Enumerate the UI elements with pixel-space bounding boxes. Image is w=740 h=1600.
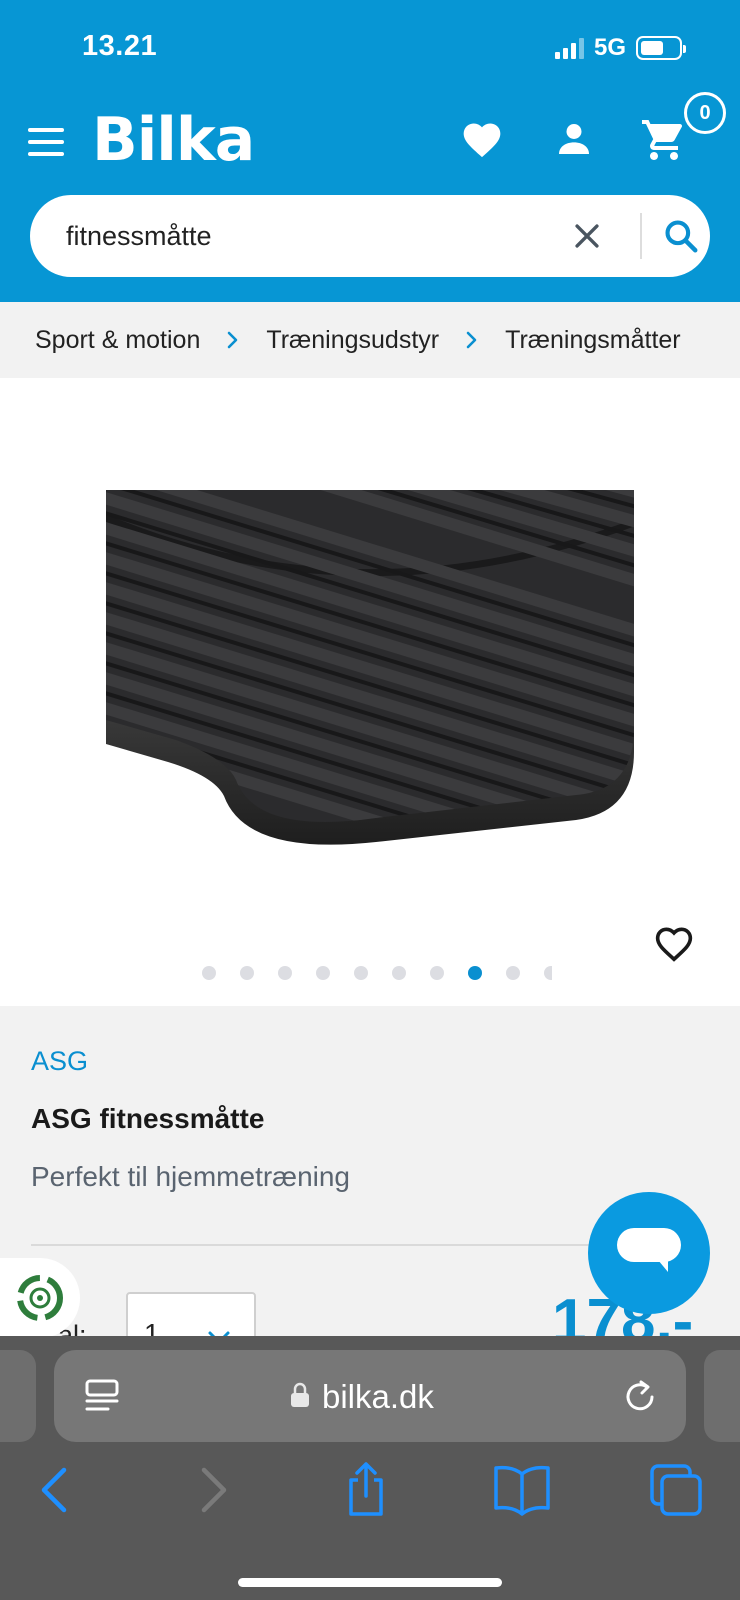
menu-button[interactable] (28, 128, 64, 156)
info-divider (31, 1244, 631, 1246)
breadcrumb-traeningsmaatter[interactable]: Træningsmåtter (505, 326, 681, 355)
back-arrow-icon[interactable] (28, 1462, 84, 1518)
search-icon[interactable] (662, 217, 700, 255)
battery-icon (636, 36, 686, 60)
search-bar (30, 195, 710, 277)
bookmarks-book-icon[interactable] (492, 1462, 552, 1518)
gallery-dot[interactable] (316, 966, 330, 980)
status-indicators: 5G (554, 34, 686, 62)
top-header: 13.21 5G Bilka 0 (0, 0, 740, 302)
gallery-dot-active[interactable] (468, 966, 482, 980)
favorites-heart-icon[interactable] (460, 118, 504, 162)
gallery-dot[interactable] (278, 966, 292, 980)
clear-search-icon[interactable] (570, 219, 604, 253)
cart-count-badge: 0 (684, 92, 726, 134)
gallery-pagination (202, 966, 552, 980)
search-divider (640, 213, 642, 259)
reload-icon[interactable] (620, 1376, 660, 1416)
product-subtitle: Perfekt til hjemmetræning (31, 1161, 351, 1192)
product-gallery[interactable] (0, 378, 740, 1006)
breadcrumb-traeningsudstyr[interactable]: Træningsudstyr (266, 326, 439, 355)
chevron-right-icon (466, 331, 477, 349)
home-indicator (238, 1578, 502, 1587)
product-image[interactable] (106, 490, 634, 846)
account-user-icon[interactable] (554, 118, 594, 160)
status-time: 13.21 (82, 30, 158, 62)
product-name: ASG fitnessmåtte (31, 1103, 265, 1134)
share-icon[interactable] (338, 1462, 394, 1518)
network-type: 5G (593, 34, 626, 61)
chevron-right-icon (228, 331, 238, 349)
address-bar[interactable]: bilka.dk (54, 1350, 686, 1442)
next-tab-preview[interactable] (704, 1350, 740, 1442)
gallery-dot[interactable] (392, 966, 406, 980)
recycle-icon (17, 1275, 63, 1321)
gallery-dot[interactable] (506, 966, 520, 980)
gallery-dot[interactable] (240, 966, 254, 980)
bilka-logo[interactable]: Bilka (92, 105, 255, 175)
cellular-signal-icon (554, 37, 584, 59)
chat-bubble-icon (617, 1228, 681, 1272)
gallery-dot[interactable] (544, 966, 552, 980)
shopping-cart-icon[interactable] (640, 116, 688, 164)
url-text: bilka.dk (322, 1378, 434, 1415)
add-to-favorites-heart-icon[interactable] (652, 922, 696, 962)
previous-tab-preview[interactable] (0, 1350, 36, 1442)
browser-toolbar: bilka.dk (0, 1336, 740, 1600)
search-input[interactable] (66, 215, 536, 257)
breadcrumb: Sport & motion Træningsudstyr Træningsmå… (0, 302, 740, 378)
reader-mode-icon[interactable] (84, 1378, 120, 1414)
lock-icon (291, 1382, 309, 1407)
gallery-dot[interactable] (430, 966, 444, 980)
chat-button[interactable] (588, 1192, 710, 1314)
breadcrumb-sport-motion[interactable]: Sport & motion (35, 326, 200, 355)
forward-arrow-icon[interactable] (184, 1462, 240, 1518)
gallery-dot[interactable] (354, 966, 368, 980)
browser-nav-row (0, 1462, 740, 1542)
gallery-dot[interactable] (202, 966, 216, 980)
product-brand-link[interactable]: ASG (31, 1046, 88, 1077)
recycle-badge[interactable] (0, 1258, 80, 1338)
tabs-icon[interactable] (648, 1462, 704, 1518)
